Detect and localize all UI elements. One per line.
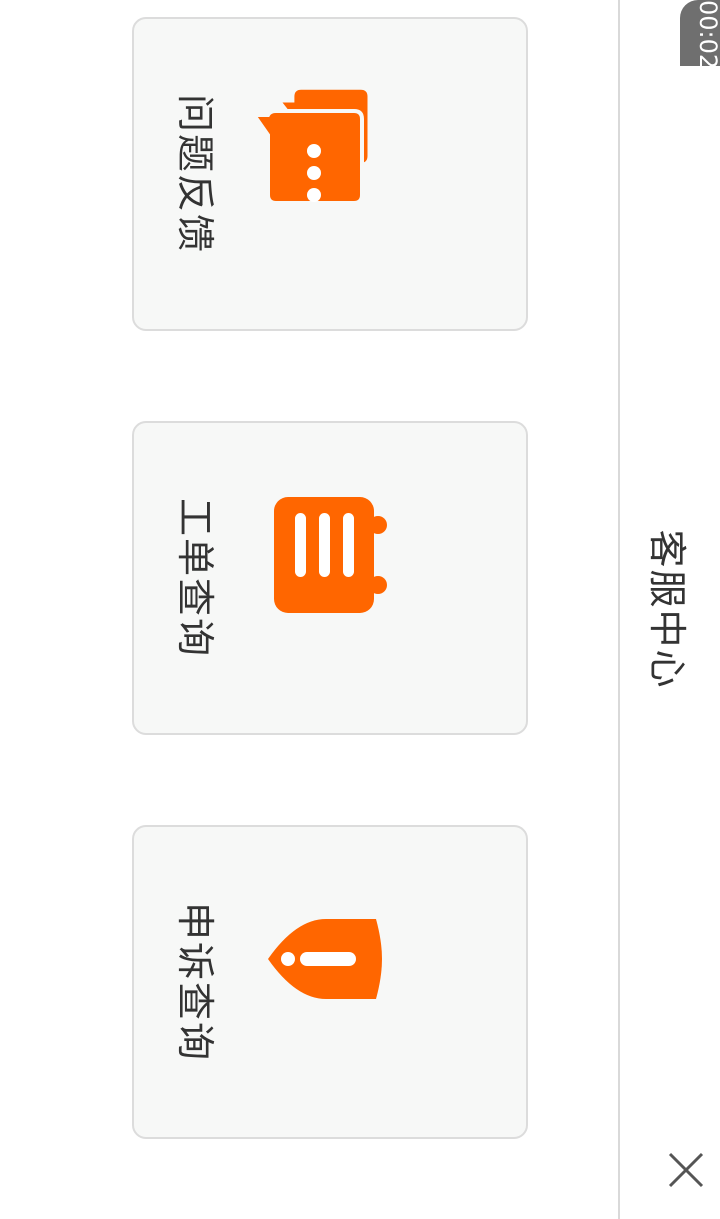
feedback-label: 问题反馈 <box>173 93 217 254</box>
ticket-query-label: 工单查询 <box>173 497 217 658</box>
ticket-query-card[interactable]: 工单查询 <box>132 421 528 735</box>
appeal-query-label: 申诉查询 <box>173 901 217 1062</box>
appeal-query-card[interactable]: 申诉查询 <box>132 825 528 1139</box>
feedback-card[interactable]: 问题反馈 <box>132 17 528 331</box>
screen: 00:02 客服中心 问题反馈 工单查询 申诉查询 <box>0 0 720 1219</box>
chat-bubbles-icon <box>250 81 396 221</box>
customer-service-page: 00:02 客服中心 问题反馈 工单查询 申诉查询 <box>0 0 720 1219</box>
shield-alert-icon <box>256 889 396 1029</box>
service-cards: 问题反馈 工单查询 申诉查询 <box>0 0 720 1219</box>
ticket-list-icon <box>256 485 396 625</box>
